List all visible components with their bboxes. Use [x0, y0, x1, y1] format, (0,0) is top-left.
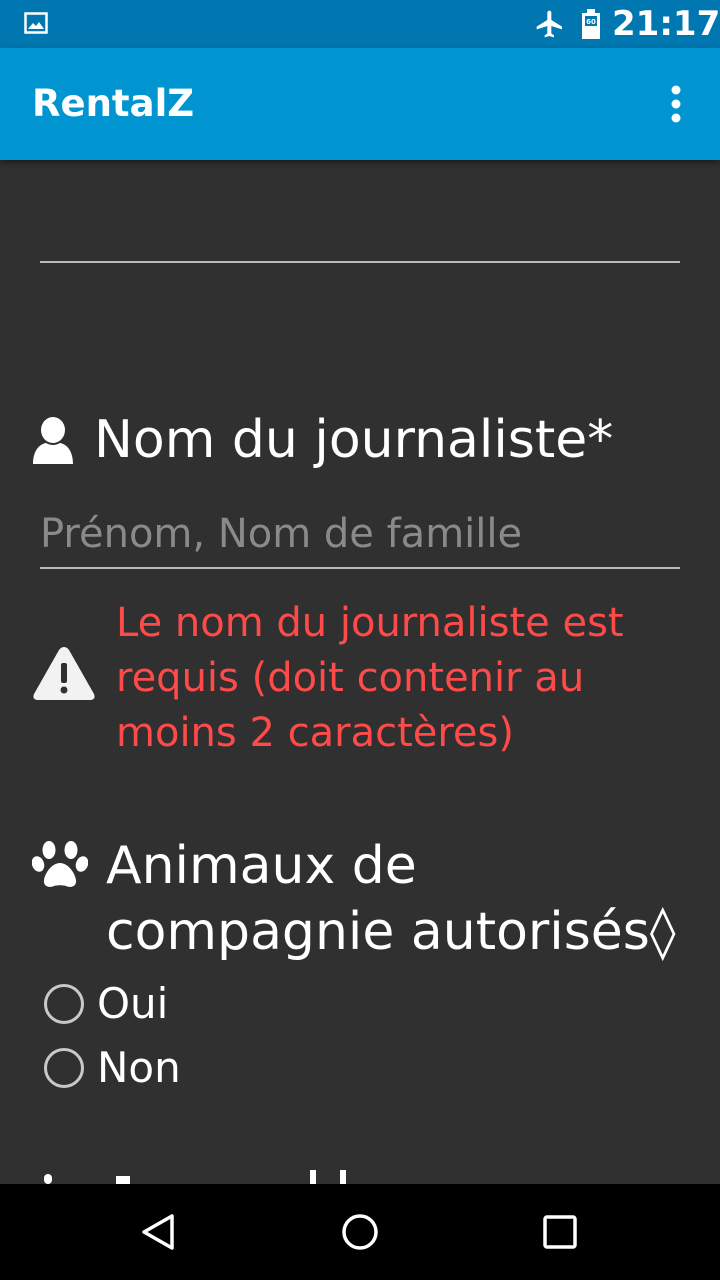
journalist-name-label: Nom du journaliste*: [94, 410, 614, 470]
back-icon[interactable]: [136, 1208, 184, 1256]
more-vert-icon[interactable]: [656, 78, 696, 130]
status-clock: 21:17: [612, 4, 720, 44]
journalist-name-error: Le nom du journaliste est requis (doit c…: [116, 600, 624, 756]
radio-label: Oui: [97, 979, 169, 1028]
warning-icon: [33, 647, 95, 700]
paw-icon: [32, 841, 88, 887]
navigation-bar: [0, 1184, 720, 1280]
radio-button[interactable]: [44, 1048, 84, 1088]
next-section-clipped: [40, 1170, 370, 1184]
battery-icon: 60: [582, 9, 600, 39]
user-icon: [33, 417, 73, 464]
radio-button[interactable]: [44, 984, 84, 1024]
app-title: RentalZ: [32, 82, 195, 125]
radio-option-oui[interactable]: Oui: [44, 978, 244, 1028]
journalist-name-input[interactable]: [40, 504, 680, 564]
previous-field-underline: [40, 261, 680, 263]
home-icon[interactable]: [336, 1208, 384, 1256]
app-bar: RentalZ: [0, 48, 720, 160]
radio-label: Non: [97, 1043, 181, 1092]
pets-allowed-label-line2: compagnie autorisés◊: [106, 902, 676, 962]
form-scroll-area[interactable]: Nom du journaliste* Le nom du journalist…: [0, 160, 720, 1184]
recents-icon[interactable]: [536, 1208, 584, 1256]
airplane-mode-icon: [536, 10, 562, 38]
svg-text:60: 60: [586, 18, 596, 26]
status-bar: 60 21:17: [0, 0, 720, 48]
radio-option-non[interactable]: Non: [44, 1042, 244, 1092]
gallery-icon: [24, 12, 48, 34]
journalist-name-underline: [40, 567, 680, 569]
pets-allowed-label-line1: Animaux de: [106, 836, 417, 896]
previous-field-label-clipped: [60, 160, 250, 168]
